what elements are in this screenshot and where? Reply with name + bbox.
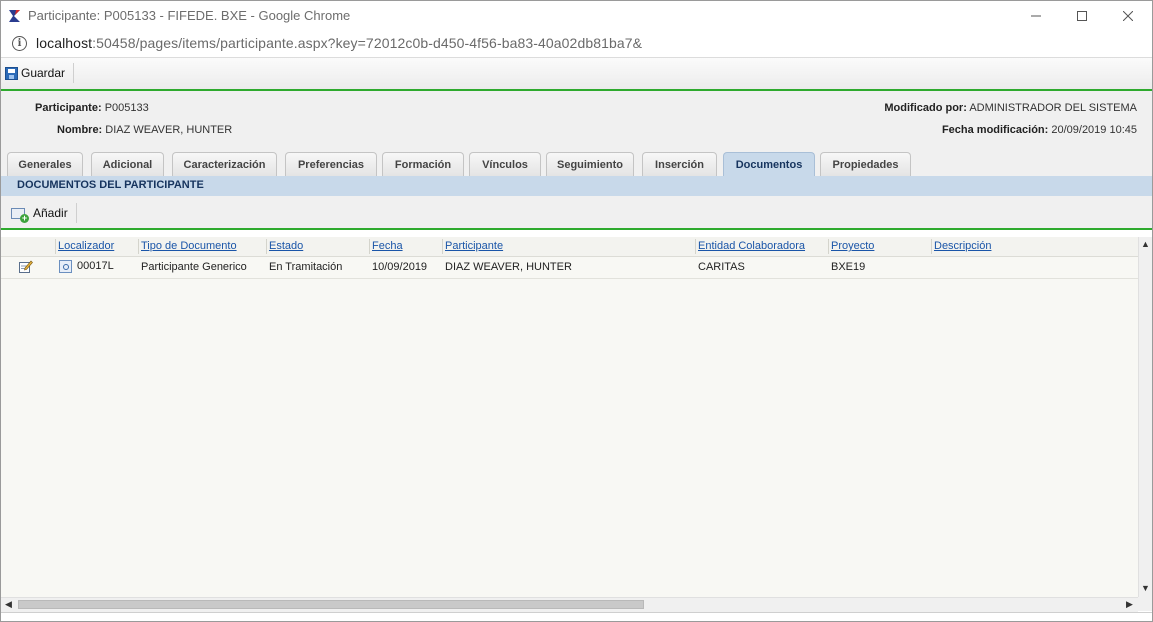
fecha-modificacion-row: Fecha modificación: 20/09/2019 10:45 bbox=[942, 124, 1137, 136]
save-label: Guardar bbox=[21, 66, 66, 80]
window-title: Participante: P005133 - FIFEDE. BXE - Go… bbox=[28, 8, 351, 23]
browser-window: Participante: P005133 - FIFEDE. BXE - Go… bbox=[0, 0, 1153, 622]
participante-label: Participante: bbox=[35, 102, 102, 114]
scroll-down-arrow-icon[interactable]: ▼ bbox=[1141, 583, 1150, 593]
url-host: localhost bbox=[36, 35, 93, 51]
tab-caracterizacion[interactable]: Caracterización bbox=[172, 152, 277, 176]
url-path: :50458/pages/items/participante.aspx?key… bbox=[92, 35, 643, 51]
cell-fecha: 10/09/2019 bbox=[372, 261, 428, 273]
cell-entidad-colaboradora: CARITAS bbox=[698, 261, 745, 273]
window-bottom-edge bbox=[1, 612, 1152, 621]
view-document-icon[interactable] bbox=[59, 260, 72, 273]
scroll-up-arrow-icon[interactable]: ▲ bbox=[1141, 239, 1150, 249]
close-button[interactable] bbox=[1105, 1, 1151, 31]
horizontal-scrollbar[interactable]: ◀ ▶ bbox=[1, 597, 1138, 612]
minimize-button[interactable] bbox=[1013, 1, 1059, 31]
maximize-icon bbox=[1077, 11, 1087, 21]
cell-localizador: 00017L bbox=[77, 260, 114, 272]
nombre-label: Nombre: bbox=[57, 124, 103, 136]
tab-vinculos[interactable]: Vínculos bbox=[469, 152, 541, 176]
add-icon bbox=[11, 207, 29, 223]
fecha-modificacion-value: 20/09/2019 10:45 bbox=[1051, 124, 1137, 136]
fecha-modificacion-label: Fecha modificación: bbox=[941, 124, 1049, 136]
tab-bar: Generales Adicional Caracterización Pref… bbox=[1, 151, 1152, 176]
tab-documentos[interactable]: Documentos bbox=[723, 152, 815, 176]
participant-header: Participante: P005133 Nombre: DIAZ WEAVE… bbox=[1, 91, 1152, 151]
save-button[interactable]: Guardar bbox=[5, 63, 75, 83]
modificado-value: ADMINISTRADOR DEL SISTEMA bbox=[969, 102, 1137, 114]
close-icon bbox=[1123, 11, 1133, 21]
address-bar[interactable]: i localhost:50458/pages/items/participan… bbox=[1, 31, 1152, 58]
column-header-proyecto[interactable]: Proyecto bbox=[828, 239, 874, 254]
main-toolbar: Guardar bbox=[1, 58, 1152, 91]
section-title-bar: DOCUMENTOS DEL PARTICIPANTE bbox=[1, 176, 1152, 196]
tab-insercion[interactable]: Inserción bbox=[642, 152, 717, 176]
column-header-localizador[interactable]: Localizador bbox=[55, 239, 114, 254]
tab-generales[interactable]: Generales bbox=[7, 152, 83, 176]
modificado-label: Modificado por: bbox=[884, 102, 967, 114]
tab-propiedades[interactable]: Propiedades bbox=[820, 152, 911, 176]
table-row[interactable]: 00017L Participante Generico En Tramitac… bbox=[1, 257, 1138, 279]
add-label: Añadir bbox=[33, 206, 68, 220]
tab-adicional[interactable]: Adicional bbox=[91, 152, 164, 176]
tab-seguimiento[interactable]: Seguimiento bbox=[546, 152, 634, 176]
participante-row: Participante: P005133 bbox=[35, 102, 149, 114]
cell-participante: DIAZ WEAVER, HUNTER bbox=[445, 261, 572, 273]
tab-preferencias[interactable]: Preferencias bbox=[285, 152, 377, 176]
cell-estado: En Tramitación bbox=[269, 261, 343, 273]
column-header-entidad-colaboradora[interactable]: Entidad Colaboradora bbox=[695, 239, 805, 254]
floppy-disk-icon bbox=[5, 66, 18, 80]
column-header-descripcion[interactable]: Descripción bbox=[931, 239, 991, 254]
nombre-row: Nombre: DIAZ WEAVER, HUNTER bbox=[57, 124, 232, 136]
title-bar: Participante: P005133 - FIFEDE. BXE - Go… bbox=[1, 1, 1152, 31]
edit-icon[interactable] bbox=[19, 260, 33, 273]
info-icon[interactable]: i bbox=[12, 36, 27, 51]
add-document-button[interactable]: Añadir bbox=[11, 203, 77, 223]
vertical-scrollbar[interactable]: ▲ ▼ bbox=[1138, 237, 1152, 597]
documents-grid: Localizador Tipo de Documento Estado Fec… bbox=[1, 237, 1138, 597]
minimize-icon bbox=[1031, 15, 1041, 17]
modificado-row: Modificado por: ADMINISTRADOR DEL SISTEM… bbox=[884, 102, 1137, 114]
column-header-fecha[interactable]: Fecha bbox=[369, 239, 403, 254]
section-title: DOCUMENTOS DEL PARTICIPANTE bbox=[17, 179, 204, 191]
cell-proyecto: BXE19 bbox=[831, 261, 866, 273]
scroll-left-arrow-icon[interactable]: ◀ bbox=[5, 599, 12, 610]
grid-header: Localizador Tipo de Documento Estado Fec… bbox=[1, 237, 1138, 257]
nombre-value: DIAZ WEAVER, HUNTER bbox=[105, 124, 233, 136]
scroll-right-arrow-icon[interactable]: ▶ bbox=[1126, 599, 1133, 610]
cell-tipo-documento: Participante Generico bbox=[141, 261, 247, 273]
horizontal-scroll-thumb[interactable] bbox=[18, 600, 644, 609]
scrollbar-corner bbox=[1138, 597, 1152, 611]
documents-toolbar: Añadir bbox=[1, 196, 1152, 230]
tab-formacion[interactable]: Formación bbox=[382, 152, 464, 176]
participante-value: P005133 bbox=[104, 102, 149, 114]
column-header-participante[interactable]: Participante bbox=[442, 239, 503, 254]
maximize-button[interactable] bbox=[1059, 1, 1105, 31]
app-logo-icon bbox=[9, 10, 20, 22]
url-text[interactable]: localhost:50458/pages/items/participante… bbox=[36, 35, 642, 51]
column-header-estado[interactable]: Estado bbox=[266, 239, 303, 254]
column-header-tipo-documento[interactable]: Tipo de Documento bbox=[138, 239, 237, 254]
